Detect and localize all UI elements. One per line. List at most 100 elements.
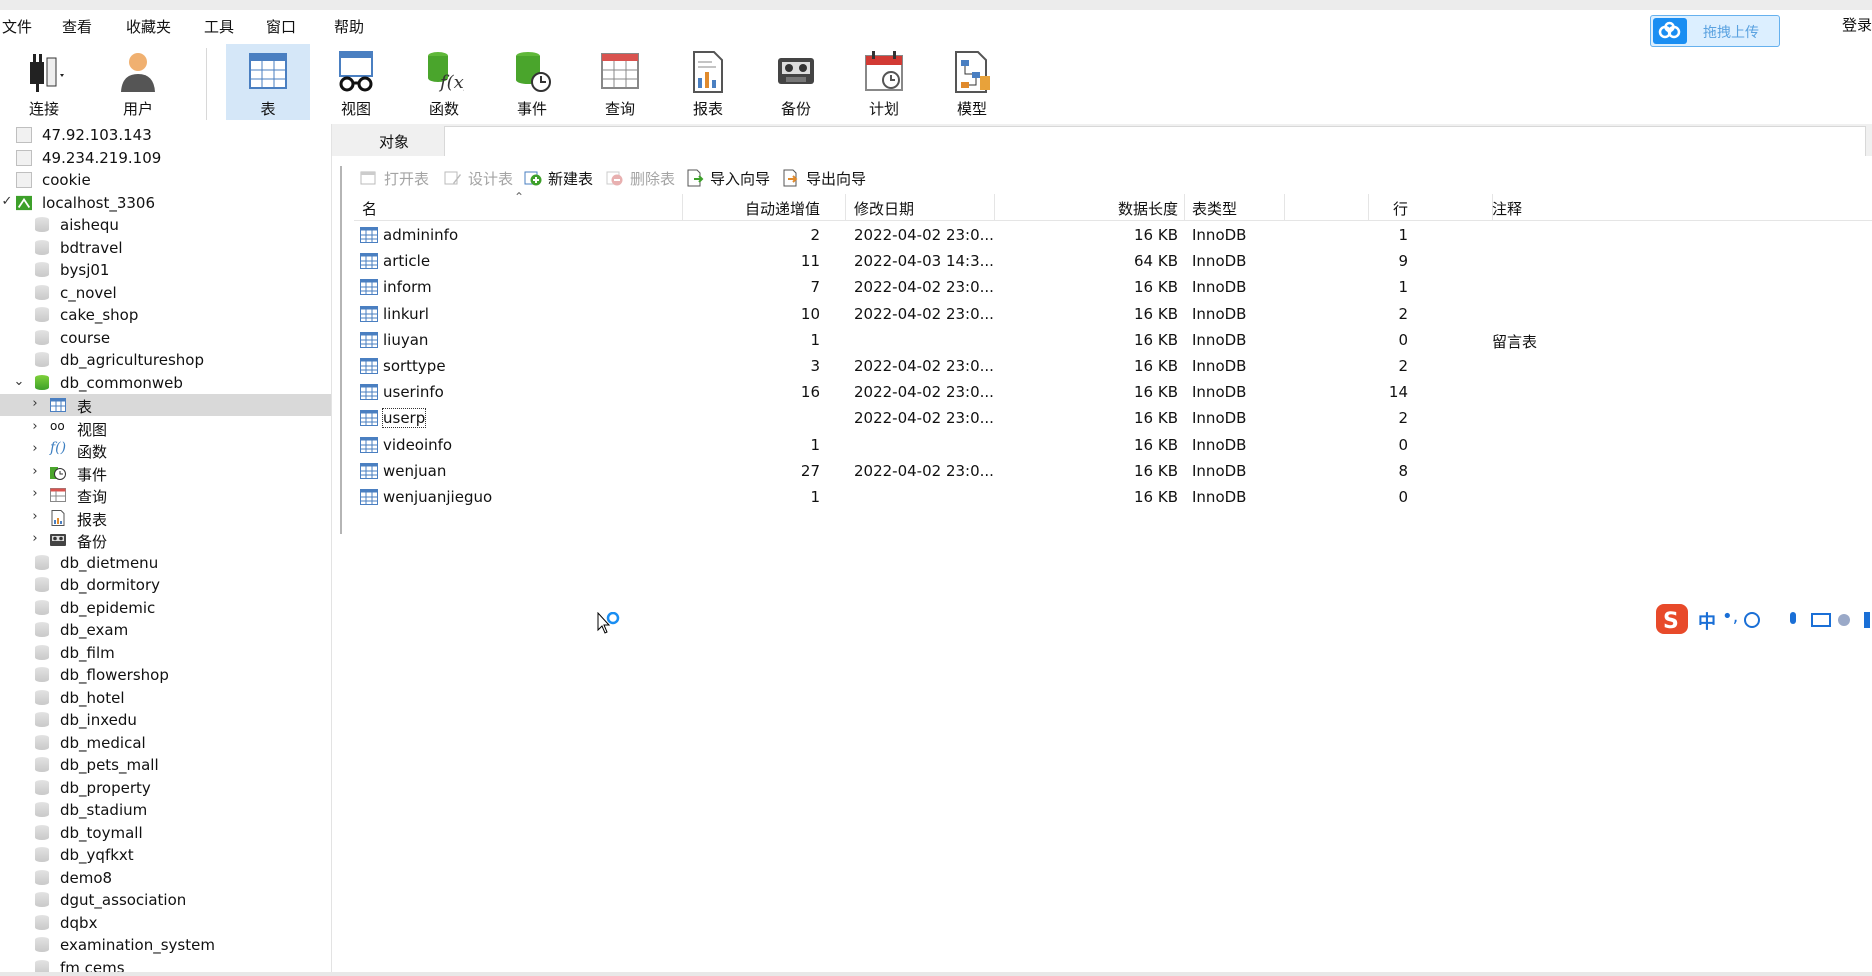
column-header-data-length[interactable]: 数据长度 (1054, 198, 1178, 219)
tree-database[interactable]: db_epidemic (0, 597, 331, 619)
tree-database[interactable]: db_agricultureshop (0, 349, 331, 371)
table-row[interactable]: inform 7 2022-04-02 23:0... 16 KB InnoDB 1 (354, 274, 1872, 300)
backup-button[interactable]: 备份 (754, 44, 838, 120)
table-row[interactable]: userp 2022-04-02 23:0... 16 KB InnoDB 2 (354, 405, 1872, 431)
chevron-down-icon[interactable]: ✓ (0, 194, 14, 209)
menu-tools[interactable]: 工具 (204, 16, 234, 37)
table-row[interactable]: admininfo 2 2022-04-02 23:0... 16 KB InnoDB 1 (354, 222, 1872, 248)
tree-database[interactable]: db_pets_mall (0, 754, 331, 776)
tree-database[interactable]: dqbx (0, 912, 331, 934)
column-header-modified[interactable]: 修改日期 (854, 198, 914, 219)
tree-database[interactable]: aishequ (0, 214, 331, 236)
table-button[interactable]: 表 (226, 44, 310, 120)
model-button[interactable]: 模型 (930, 44, 1014, 120)
tree-database[interactable]: bdtravel (0, 237, 331, 259)
query-button[interactable]: 查询 (578, 44, 662, 120)
cell-modified: 2022-04-02 23:0... (854, 226, 994, 244)
cell-rows: 1 (1398, 278, 1408, 297)
function-button[interactable]: f(x) 函数 (402, 44, 486, 120)
login-link[interactable]: 登录 (1842, 14, 1872, 35)
table-row[interactable]: sorttype 3 2022-04-02 23:0... 16 KB InnoDB 2 (354, 353, 1872, 379)
column-divider[interactable] (1184, 194, 1185, 220)
tree-connection[interactable]: cookie (0, 169, 331, 191)
menu-file[interactable]: 文件 (2, 16, 32, 37)
column-divider[interactable] (682, 194, 683, 220)
column-divider[interactable] (845, 194, 846, 220)
table-row[interactable]: wenjuan 27 2022-04-02 23:0... 16 KB InnoDB 8 (354, 458, 1872, 484)
calendar-icon (865, 51, 903, 91)
report-button[interactable]: 报表 (666, 44, 750, 120)
chevron-right-icon[interactable]: › (28, 531, 42, 546)
tree-item-views[interactable]: › oo 视图 (0, 417, 331, 439)
tree-database[interactable]: db_toymall (0, 822, 331, 844)
tree-database[interactable]: dgut_association (0, 889, 331, 911)
menu-window[interactable]: 窗口 (266, 16, 296, 37)
menu-help[interactable]: 帮助 (334, 16, 364, 37)
column-header-engine[interactable]: 表类型 (1192, 198, 1237, 219)
tree-connection[interactable]: 49.234.219.109 (0, 147, 331, 169)
tree-database[interactable]: db_inxedu (0, 709, 331, 731)
ime-language-label[interactable]: 中 (1698, 608, 1716, 634)
chevron-down-icon[interactable]: ⌄ (12, 374, 26, 389)
tree-database[interactable]: db_medical (0, 732, 331, 754)
tree-item-tables[interactable]: › 表 (0, 394, 331, 416)
punctuation-icon[interactable]: •, (1722, 606, 1738, 627)
tree-item-functions[interactable]: › f() 函数 (0, 439, 331, 461)
table-row[interactable]: linkurl 10 2022-04-02 23:0... 16 KB InnoDB 2 (354, 301, 1872, 327)
tree-item-backups[interactable]: › 备份 (0, 529, 331, 551)
table-row[interactable]: videoinfo 1 16 KB InnoDB 0 (354, 432, 1872, 458)
database-label: db_stadium (60, 801, 148, 819)
tree-item-reports[interactable]: › 报表 (0, 507, 331, 529)
chevron-right-icon[interactable]: › (28, 419, 42, 434)
table-row[interactable]: article 11 2022-04-03 14:3... 64 KB InnoDB 9 (354, 248, 1872, 274)
table-row[interactable]: liuyan 1 16 KB InnoDB 0 留言表 (354, 327, 1872, 353)
tree-database[interactable]: db_dietmenu (0, 552, 331, 574)
schedule-button[interactable]: 计划 (842, 44, 926, 120)
tree-database[interactable]: db_flowershop (0, 664, 331, 686)
tree-database[interactable]: db_hotel (0, 687, 331, 709)
tree-database[interactable]: db_dormitory (0, 574, 331, 596)
sidebar-divider[interactable] (331, 124, 332, 976)
column-divider[interactable] (1368, 194, 1369, 220)
column-header-rows[interactable]: 行 (1284, 198, 1408, 219)
server-icon (16, 172, 32, 188)
tree-database[interactable]: db_stadium (0, 799, 331, 821)
tree-database[interactable]: examination_system (0, 934, 331, 956)
tree-database[interactable]: cake_shop (0, 304, 331, 326)
database-label: course (60, 329, 111, 347)
tree-database[interactable]: bysj01 (0, 259, 331, 281)
chevron-right-icon[interactable]: › (28, 509, 42, 524)
column-header-name[interactable]: 名 (362, 198, 377, 219)
report-label: 报表 (692, 100, 723, 118)
event-button[interactable]: 事件 (490, 44, 574, 120)
chevron-right-icon[interactable]: › (28, 486, 42, 501)
tree-connection-localhost[interactable]: ✓ localhost_3306 (0, 192, 331, 214)
tree-database[interactable]: course (0, 327, 331, 349)
tree-database-open[interactable]: ⌄ db_commonweb (0, 372, 331, 394)
column-header-auto-increment[interactable]: 自动递增值 (684, 198, 820, 219)
column-header-comment[interactable]: 注释 (1492, 198, 1522, 219)
tree-database[interactable]: db_yqfkxt (0, 844, 331, 866)
tree-item-events[interactable]: › 事件 (0, 462, 331, 484)
tree-database[interactable]: db_exam (0, 619, 331, 641)
table-row[interactable]: wenjuanjieguo 1 16 KB InnoDB 0 (354, 484, 1872, 510)
tab-objects[interactable]: 对象 (342, 128, 446, 156)
connection-label: localhost_3306 (42, 194, 156, 212)
chevron-right-icon[interactable]: › (28, 396, 42, 411)
table-row[interactable]: userinfo 16 2022-04-02 23:0... 16 KB InnoDB 1… (354, 379, 1872, 405)
menu-favorites[interactable]: 收藏夹 (126, 16, 171, 37)
tree-database[interactable]: demo8 (0, 867, 331, 889)
tree-connection[interactable]: 47.92.103.143 (0, 124, 331, 146)
connect-button[interactable]: 连接 (2, 44, 86, 120)
menu-view[interactable]: 查看 (62, 16, 92, 37)
tree-database[interactable]: c_novel (0, 282, 331, 304)
view-button[interactable]: 视图 (314, 44, 398, 120)
user-button[interactable]: 用户 (96, 44, 180, 120)
tree-item-queries[interactable]: › 查询 (0, 484, 331, 506)
tree-database[interactable]: db_film (0, 642, 331, 664)
column-divider[interactable] (994, 194, 995, 220)
chevron-right-icon[interactable]: › (28, 441, 42, 456)
tree-database[interactable]: db_property (0, 777, 331, 799)
table-icon (360, 279, 378, 296)
chevron-right-icon[interactable]: › (28, 464, 42, 479)
